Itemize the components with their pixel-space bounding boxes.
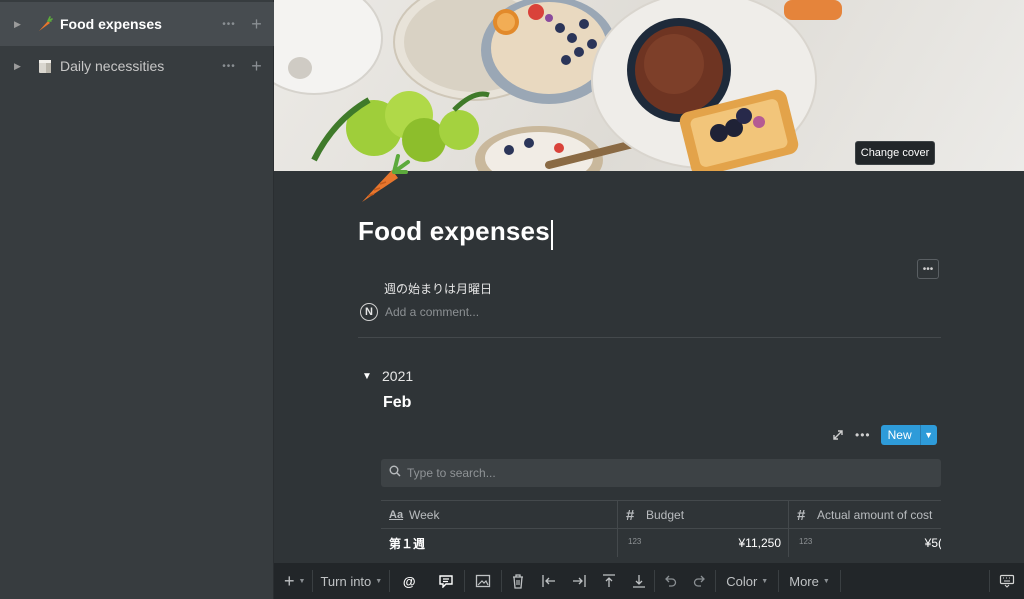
move-down-button[interactable] — [624, 563, 654, 599]
cover-image[interactable]: Change cover — [274, 0, 1024, 171]
redo-button[interactable] — [685, 563, 715, 599]
toolbar-divider — [839, 570, 841, 592]
expand-icon[interactable] — [831, 428, 845, 442]
toggle-block-2021[interactable]: ▼ 2021 — [362, 368, 413, 384]
keyboard-icon — [999, 574, 1015, 588]
column-label: Week — [409, 508, 440, 522]
page-more-button[interactable]: ••• — [917, 259, 939, 279]
chevron-down-icon: ▼ — [761, 577, 769, 585]
text-type-icon: Aa — [389, 509, 404, 521]
number-format-badge: 123 — [799, 537, 813, 546]
month-heading[interactable]: Feb — [383, 394, 411, 412]
new-button[interactable]: New ▼ — [880, 425, 937, 445]
number-format-badge: 123 — [628, 537, 642, 546]
comment-button[interactable] — [428, 563, 464, 599]
comment-row[interactable]: N Add a comment... — [360, 303, 479, 321]
cell-actual[interactable]: 123 ¥5( — [789, 529, 941, 557]
cell-budget[interactable]: 123 ¥11,250 — [618, 529, 789, 557]
color-button[interactable]: Color ▼ — [716, 563, 778, 599]
page-title[interactable]: Food expenses — [358, 216, 550, 247]
search-icon — [389, 464, 401, 482]
at-icon: @ — [402, 573, 416, 589]
comment-icon — [439, 575, 453, 588]
more-label: More — [789, 573, 819, 589]
divider — [358, 337, 941, 338]
number-type-icon: # — [797, 506, 806, 524]
sidebar: ▶ Food expenses ••• + ▶ Daily necessitie… — [0, 0, 274, 599]
number-type-icon: # — [626, 506, 635, 524]
column-label: Actual amount of cost — [817, 508, 933, 522]
column-label: Budget — [646, 508, 685, 522]
turn-into-label: Turn into — [320, 573, 372, 589]
sidebar-item-daily-necessities[interactable]: ▶ Daily necessities ••• + — [0, 44, 274, 88]
delete-button[interactable] — [502, 563, 534, 599]
outdent-icon — [542, 575, 556, 587]
column-header-week[interactable]: Aa Week — [381, 501, 618, 529]
database-more-icon[interactable]: ••• — [855, 428, 871, 442]
sidebar-item-label: Food expenses — [60, 16, 162, 32]
table-row[interactable]: 第１週 123 ¥11,250 123 ¥5( — [381, 528, 941, 557]
add-block-button[interactable]: + ▼ — [274, 563, 312, 599]
expand-triangle-icon[interactable]: ▶ — [14, 19, 24, 30]
trash-icon — [513, 574, 524, 589]
package-icon — [34, 56, 56, 76]
table-header-row: Aa Week # Budget # Actual amount of cost — [381, 500, 941, 529]
turn-into-button[interactable]: Turn into ▼ — [313, 563, 389, 599]
sidebar-item-food-expenses[interactable]: ▶ Food expenses ••• + — [0, 2, 274, 46]
page-options-icon[interactable]: ••• — [218, 19, 240, 30]
move-down-icon — [633, 575, 646, 588]
image-button[interactable] — [465, 563, 501, 599]
plus-icon: + — [284, 570, 295, 591]
actual-value: ¥5( — [924, 536, 941, 550]
more-button[interactable]: More ▼ — [779, 563, 840, 599]
chevron-down-icon[interactable]: ▼ — [921, 430, 937, 440]
budget-value: ¥11,250 — [738, 536, 782, 550]
outdent-button[interactable] — [534, 563, 564, 599]
chevron-down-icon: ▼ — [298, 577, 306, 585]
bottom-toolbar: + ▼ Turn into ▼ @ Color ▼ More ▼ — [274, 563, 1024, 599]
sidebar-item-label: Daily necessities — [60, 58, 165, 74]
database-search[interactable] — [381, 459, 941, 487]
chevron-down-icon: ▼ — [822, 577, 830, 585]
image-icon — [476, 574, 491, 588]
search-input[interactable] — [407, 466, 907, 480]
week-value: 第１週 — [389, 536, 426, 551]
undo-button[interactable] — [655, 563, 685, 599]
add-subpage-icon[interactable]: + — [246, 56, 268, 77]
comment-input[interactable]: Add a comment... — [385, 305, 479, 319]
add-subpage-icon[interactable]: + — [246, 14, 268, 35]
chevron-down-icon: ▼ — [375, 577, 383, 585]
database-toolbar: ••• New ▼ — [831, 425, 937, 445]
cell-week[interactable]: 第１週 — [381, 529, 618, 557]
indent-icon — [573, 575, 586, 587]
page-property-note[interactable]: 週の始まりは月曜日 — [384, 280, 492, 297]
toggle-triangle-icon[interactable]: ▼ — [362, 371, 376, 382]
new-button-label[interactable]: New — [881, 428, 920, 442]
page-options-icon[interactable]: ••• — [218, 61, 240, 72]
move-up-button[interactable] — [594, 563, 624, 599]
expand-triangle-icon[interactable]: ▶ — [14, 61, 24, 72]
undo-icon — [665, 575, 677, 587]
column-header-actual[interactable]: # Actual amount of cost — [789, 501, 941, 529]
indent-button[interactable] — [564, 563, 594, 599]
move-up-icon — [603, 574, 616, 587]
database-table: Aa Week # Budget # Actual amount of cost… — [381, 500, 941, 560]
mention-button[interactable]: @ — [390, 563, 428, 599]
column-header-budget[interactable]: # Budget — [618, 501, 789, 529]
page-carrot-icon[interactable] — [358, 150, 414, 206]
change-cover-button[interactable]: Change cover — [855, 141, 935, 165]
text-cursor — [551, 220, 553, 250]
toggle-label: 2021 — [382, 368, 414, 384]
keyboard-dismiss-button[interactable] — [990, 563, 1024, 599]
redo-icon — [694, 575, 706, 587]
color-label: Color — [726, 573, 758, 589]
page-content: Change cover Food expenses ••• 週の始まりは月曜日… — [274, 0, 1024, 599]
carrot-icon — [34, 14, 56, 34]
avatar: N — [360, 303, 378, 321]
